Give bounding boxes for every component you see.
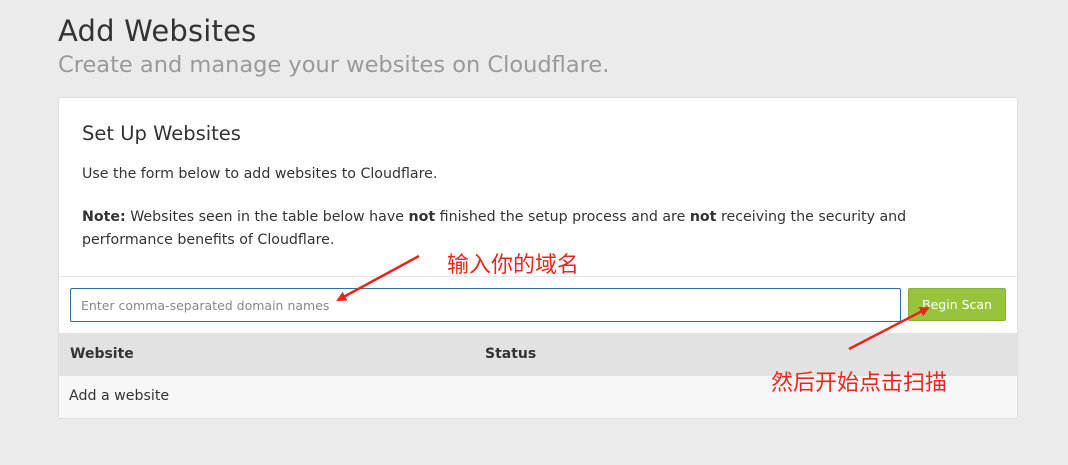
card-title: Set Up Websites <box>82 122 241 145</box>
annotation-input-hint: 输入你的域名 <box>447 253 580 278</box>
begin-scan-button[interactable]: Begin Scan <box>908 288 1006 321</box>
add-website-cell: Add a website <box>69 388 170 404</box>
page-subtitle: Create and manage your websites on Cloud… <box>58 52 610 78</box>
page-title: Add Websites <box>58 14 257 48</box>
column-header-status: Status <box>485 346 537 362</box>
note-label: Note: <box>82 209 126 225</box>
card-description: Use the form below to add websites to Cl… <box>82 166 438 182</box>
domain-names-input[interactable] <box>70 288 901 322</box>
domain-form: Begin Scan <box>59 276 1017 333</box>
card-note: Note: Websites seen in the table below h… <box>82 206 994 252</box>
note-text-2: finished the setup process and are <box>435 209 690 225</box>
annotation-button-hint: 然后开始点击扫描 <box>771 371 948 396</box>
column-header-website: Website <box>70 346 134 362</box>
note-text-1: Websites seen in the table below have <box>125 209 409 225</box>
note-bold-not-1: not <box>408 209 436 225</box>
note-bold-not-2: not <box>689 209 717 225</box>
